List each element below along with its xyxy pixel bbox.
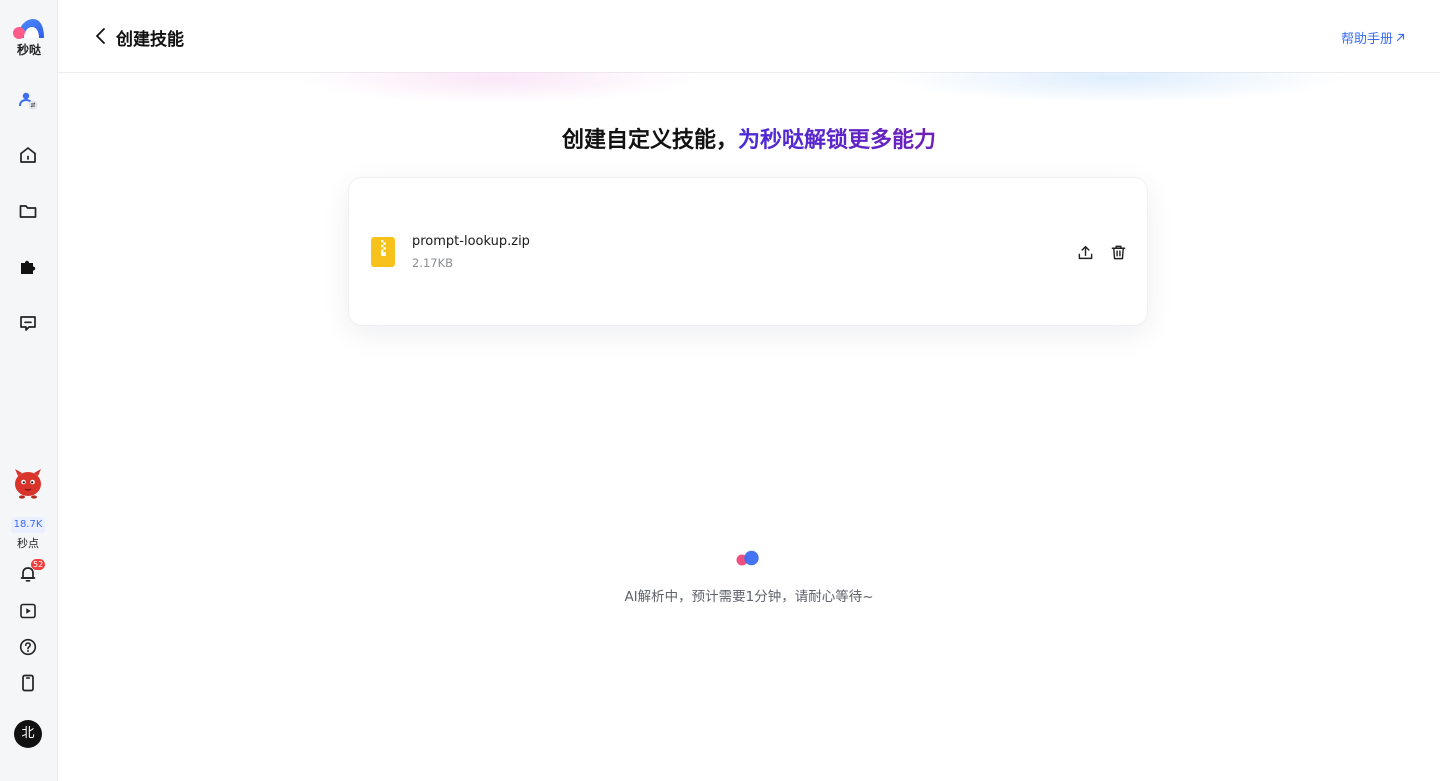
uploaded-file-card: prompt-lookup.zip 2.17KB (348, 177, 1148, 326)
help-button[interactable] (15, 634, 41, 660)
brand-logo-icon (13, 19, 44, 39)
headline-accent: 为秒哒解锁更多能力 (738, 128, 937, 153)
user-avatar[interactable]: 北 (14, 720, 42, 748)
zip-file-icon (371, 237, 395, 267)
notification-badge: 52 (31, 559, 46, 570)
user-switch-icon (19, 92, 38, 110)
page-header: 创建技能 帮助手册 (58, 0, 1440, 73)
file-name: prompt-lookup.zip (412, 234, 530, 249)
puzzle-icon (21, 260, 36, 274)
sidebar: 秒哒 18.7K 秒点 52 北 (0, 0, 58, 781)
app-root: 秒哒 18.7K 秒点 52 北 创建技能 帮助手册 创建自定义技能，为秒哒解锁… (0, 0, 1440, 781)
delete-file-button[interactable] (1108, 242, 1128, 262)
mascot-avatar[interactable] (10, 464, 46, 500)
parsing-status-text: AI解析中，预计需要1分钟，请耐心等待~ (624, 589, 874, 605)
back-chevron-icon[interactable] (92, 26, 110, 46)
headline: 创建自定义技能，为秒哒解锁更多能力 (0, 122, 1440, 154)
phone-icon (22, 674, 34, 692)
mobile-app-button[interactable] (15, 670, 41, 696)
brand-logo[interactable]: 秒哒 (0, 16, 58, 58)
points-label: 秒点 (17, 537, 39, 550)
message-icon (20, 316, 36, 331)
trash-icon (1111, 245, 1125, 259)
reupload-button[interactable] (1075, 242, 1095, 262)
brand-name: 秒哒 (16, 43, 41, 57)
nav-chat-button[interactable] (15, 310, 41, 336)
file-size: 2.17KB (412, 256, 454, 270)
upload-icon (1078, 245, 1092, 259)
points-balance[interactable]: 18.7K (11, 517, 45, 533)
folder-icon (19, 205, 37, 218)
loading-spinner-icon (736, 550, 759, 566)
question-icon (19, 638, 37, 656)
headline-prefix: 创建自定义技能， (561, 128, 738, 153)
help-manual-link[interactable]: 帮助手册 (1341, 28, 1406, 47)
user-switch-button[interactable] (15, 87, 41, 113)
page-title: 创建技能 (116, 30, 184, 50)
nav-plugin-button[interactable] (15, 254, 41, 280)
help-manual-label: 帮助手册 (1340, 32, 1393, 47)
external-link-icon (1396, 33, 1405, 42)
nav-folder-button[interactable] (15, 198, 41, 224)
